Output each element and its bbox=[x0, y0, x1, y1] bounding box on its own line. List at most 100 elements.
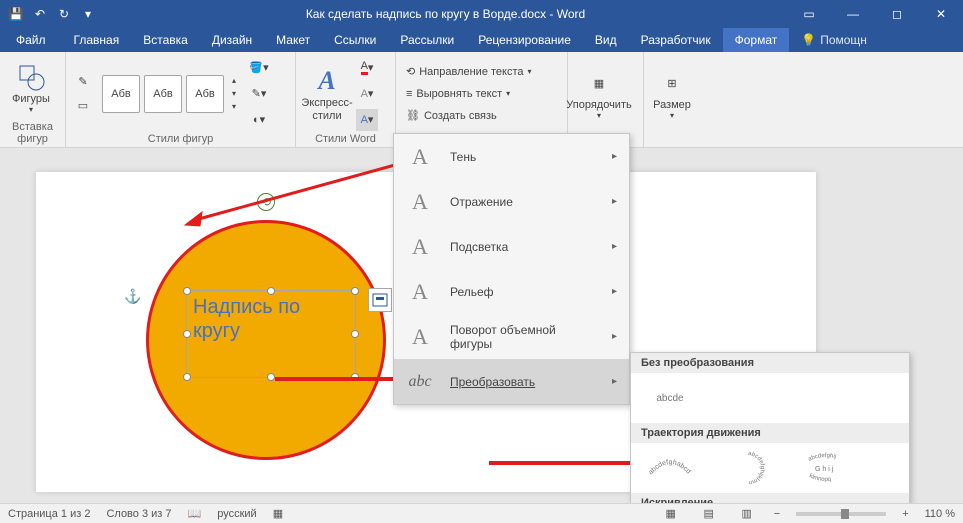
minimize-icon[interactable]: — bbox=[831, 0, 875, 28]
bulb-icon: 💡 bbox=[801, 33, 816, 47]
layout-options-icon[interactable] bbox=[368, 288, 392, 312]
more-icon[interactable]: ▾ bbox=[232, 102, 236, 111]
zoom-out-icon[interactable]: − bbox=[774, 508, 780, 520]
shape-text[interactable]: Надпись по кругу bbox=[187, 291, 355, 347]
text-fill-icon[interactable]: A▾ bbox=[356, 57, 378, 79]
resize-handle[interactable] bbox=[351, 287, 359, 295]
create-link-button[interactable]: ⛓ Создать связь bbox=[402, 105, 536, 127]
annotation-arrow bbox=[180, 160, 400, 230]
resize-handle[interactable] bbox=[351, 330, 359, 338]
tab-developer[interactable]: Разработчик bbox=[629, 28, 723, 52]
express-styles-button[interactable]: A Экспресс- стили bbox=[302, 65, 352, 121]
reflection-icon: A bbox=[406, 189, 434, 215]
menu-bevel[interactable]: A Рельеф ▸ bbox=[394, 269, 629, 314]
undo-icon[interactable]: ↶ bbox=[32, 6, 48, 22]
transform-arc-up[interactable]: abcdefghabcd bbox=[641, 449, 699, 487]
shape-fill-icon[interactable]: 🪣▾ bbox=[248, 57, 270, 79]
svg-text:abcdefghabcd: abcdefghabcd bbox=[647, 459, 691, 476]
scroll-up-icon[interactable]: ▴ bbox=[232, 76, 236, 85]
tab-format[interactable]: Формат bbox=[723, 28, 790, 52]
edit-shape-icon[interactable]: ✎ bbox=[72, 71, 94, 93]
tab-home[interactable]: Главная bbox=[62, 28, 132, 52]
menu-transform[interactable]: abc Преобразовать ▸ bbox=[394, 359, 629, 404]
shape-effects-icon[interactable]: ◐▾ bbox=[248, 109, 270, 131]
status-words[interactable]: Слово 3 из 7 bbox=[106, 508, 171, 520]
menu-reflection[interactable]: A Отражение ▸ bbox=[394, 179, 629, 224]
group-insert-shapes: Вставка фигур bbox=[6, 119, 59, 145]
document-title: Как сделать надпись по кругу в Ворде.doc… bbox=[104, 7, 787, 21]
qa-custom-icon[interactable]: ▾ bbox=[80, 6, 96, 22]
svg-text:abcdefghij: abcdefghij bbox=[807, 453, 836, 463]
transform-none[interactable]: abcde bbox=[641, 379, 699, 417]
arrange-button[interactable]: ▦ Упорядочить ▾ bbox=[574, 67, 624, 120]
text-direction-icon: ⟲ bbox=[406, 65, 415, 78]
scroll-down-icon[interactable]: ▾ bbox=[232, 89, 236, 98]
text-outline-icon[interactable]: A▾ bbox=[356, 83, 378, 105]
arrange-icon: ▦ bbox=[583, 67, 615, 99]
style-preset-2[interactable]: Абв bbox=[144, 75, 182, 113]
text-box[interactable]: Надпись по кругу bbox=[186, 290, 356, 378]
transform-icon: abc bbox=[406, 373, 434, 391]
shapes-button[interactable]: Фигуры ▾ bbox=[6, 61, 56, 114]
text-box-icon[interactable]: ▭ bbox=[72, 95, 94, 117]
redo-icon[interactable]: ↻ bbox=[56, 6, 72, 22]
shadow-icon: A bbox=[406, 144, 434, 170]
zoom-in-icon[interactable]: + bbox=[902, 508, 908, 520]
tab-file[interactable]: Файл bbox=[0, 28, 62, 52]
spellcheck-icon[interactable]: 📖 bbox=[188, 507, 202, 520]
size-button[interactable]: ⊞ Размер ▾ bbox=[650, 67, 694, 120]
macro-icon[interactable]: ▦ bbox=[273, 507, 283, 520]
maximize-icon[interactable]: ◻ bbox=[875, 0, 919, 28]
style-preset-1[interactable]: Абв bbox=[102, 75, 140, 113]
web-layout-icon[interactable]: ▥ bbox=[736, 506, 758, 522]
text-effects-menu: A Тень ▸ A Отражение ▸ A Подсветка ▸ A Р… bbox=[393, 133, 630, 405]
read-mode-icon[interactable]: ▦ bbox=[660, 506, 682, 522]
status-page[interactable]: Страница 1 из 2 bbox=[8, 508, 90, 520]
menu-3d-rotation[interactable]: A Поворот объемной фигуры ▸ bbox=[394, 314, 629, 359]
text-direction-button[interactable]: ⟲ Направление текста▾ bbox=[402, 61, 536, 83]
text-effects-icon[interactable]: A▾ bbox=[356, 109, 378, 131]
tab-view[interactable]: Вид bbox=[583, 28, 629, 52]
close-icon[interactable]: ✕ bbox=[919, 0, 963, 28]
align-text-button[interactable]: ≡ Выровнять текст▾ bbox=[402, 83, 536, 105]
zoom-level[interactable]: 110 % bbox=[925, 508, 955, 520]
anchor-icon[interactable]: ⚓ bbox=[124, 288, 141, 305]
gallery-section-path: Траектория движения bbox=[631, 423, 909, 443]
tell-me[interactable]: 💡 Помощн bbox=[789, 28, 879, 52]
menu-shadow[interactable]: A Тень ▸ bbox=[394, 134, 629, 179]
resize-handle[interactable] bbox=[183, 373, 191, 381]
shape-outline-icon[interactable]: ✎▾ bbox=[248, 83, 270, 105]
transform-circle[interactable]: abcdefghijklmn bbox=[719, 449, 777, 487]
chevron-right-icon: ▸ bbox=[612, 286, 617, 297]
save-icon[interactable]: 💾 bbox=[8, 6, 24, 22]
tab-design[interactable]: Дизайн bbox=[200, 28, 264, 52]
resize-handle[interactable] bbox=[183, 330, 191, 338]
status-language[interactable]: русский bbox=[217, 508, 256, 520]
resize-handle[interactable] bbox=[267, 287, 275, 295]
resize-handle[interactable] bbox=[183, 287, 191, 295]
tab-insert[interactable]: Вставка bbox=[131, 28, 200, 52]
bevel-icon: A bbox=[406, 279, 434, 305]
size-icon: ⊞ bbox=[656, 67, 688, 99]
chevron-right-icon: ▸ bbox=[612, 151, 617, 162]
group-wordart-styles: Стили Word bbox=[302, 131, 389, 145]
chevron-right-icon: ▸ bbox=[612, 331, 617, 342]
chevron-right-icon: ▸ bbox=[612, 196, 617, 207]
zoom-slider[interactable] bbox=[796, 512, 886, 516]
tab-review[interactable]: Рецензирование bbox=[466, 28, 583, 52]
menu-glow[interactable]: A Подсветка ▸ bbox=[394, 224, 629, 269]
style-preset-3[interactable]: Абв bbox=[186, 75, 224, 113]
title-bar: 💾 ↶ ↻ ▾ Как сделать надпись по кругу в В… bbox=[0, 0, 963, 28]
glow-icon: A bbox=[406, 234, 434, 260]
ribbon-options-icon[interactable]: ▭ bbox=[787, 0, 831, 28]
tab-layout[interactable]: Макет bbox=[264, 28, 322, 52]
status-bar: Страница 1 из 2 Слово 3 из 7 📖 русский ▦… bbox=[0, 503, 963, 523]
print-layout-icon[interactable]: ▤ bbox=[698, 506, 720, 522]
shapes-icon bbox=[15, 61, 47, 93]
align-text-icon: ≡ bbox=[406, 88, 412, 100]
tab-references[interactable]: Ссылки bbox=[322, 28, 388, 52]
tab-mailings[interactable]: Рассылки bbox=[388, 28, 466, 52]
svg-text:klmnopq: klmnopq bbox=[808, 473, 831, 483]
transform-button[interactable]: abcdefghijG h i jklmnopq bbox=[797, 449, 855, 487]
gallery-section-none: Без преобразования bbox=[631, 353, 909, 373]
